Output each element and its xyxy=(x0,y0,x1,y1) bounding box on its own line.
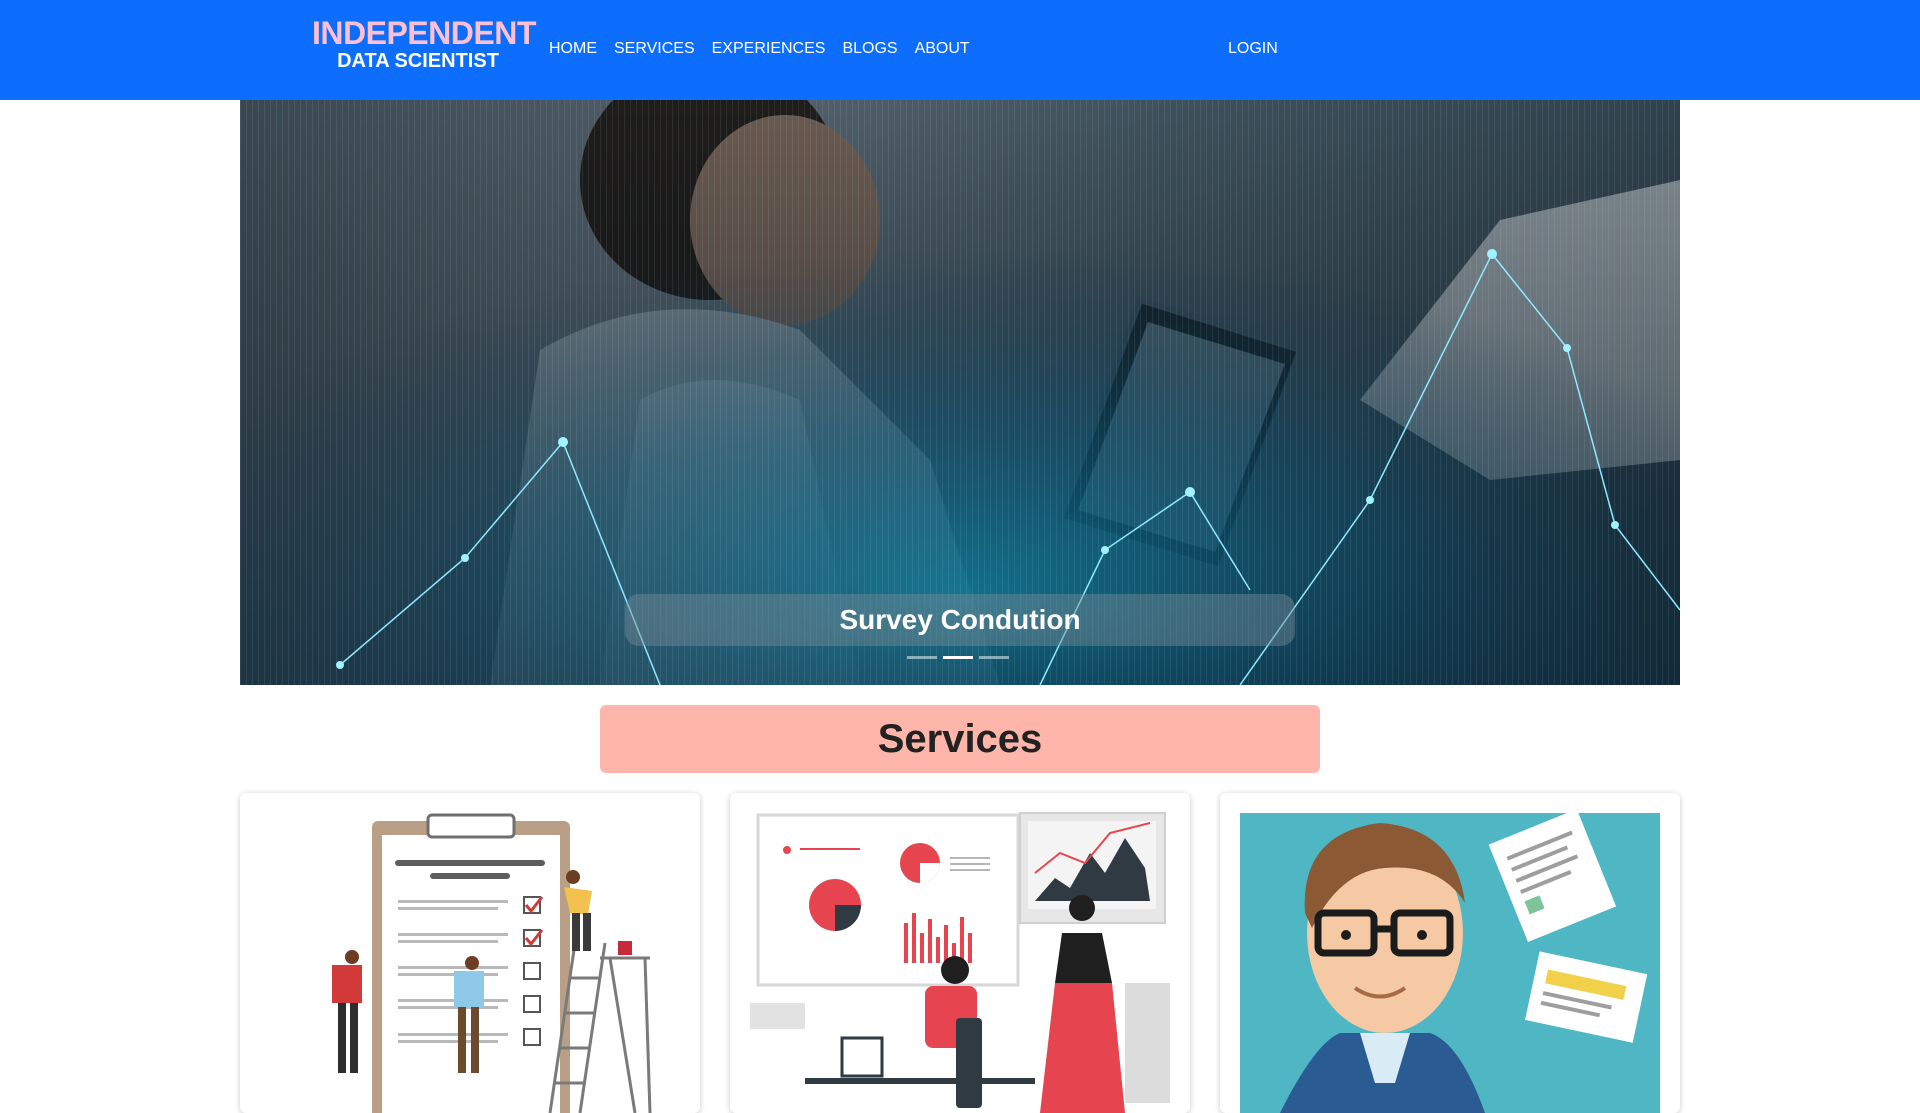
brand-subtitle: DATA SCIENTIST xyxy=(337,50,499,72)
carousel-indicator-3[interactable] xyxy=(979,656,1009,659)
services-banner: Services xyxy=(600,705,1320,773)
hero-caption: Survey Condution xyxy=(625,594,1295,646)
carousel-indicator-2[interactable] xyxy=(943,656,973,659)
navbar: INDEPENDENT DATA SCIENTIST HOME SERVICES… xyxy=(0,0,1920,100)
services-title: Services xyxy=(877,717,1043,761)
service-card-analysis[interactable] xyxy=(730,793,1190,1113)
carousel-indicators xyxy=(907,656,1009,659)
hero-carousel[interactable]: Survey Condution xyxy=(240,100,1680,685)
hero-caption-text: Survey Condution xyxy=(839,604,1081,635)
service-card-survey[interactable] xyxy=(240,793,700,1113)
nav-links: HOME SERVICES EXPERIENCES BLOGS ABOUT xyxy=(549,38,987,60)
brand-title: INDEPENDENT xyxy=(312,15,536,51)
nav-link-about[interactable]: ABOUT xyxy=(915,38,970,60)
data-scientist-avatar-illustration xyxy=(1240,809,1660,1113)
nav-link-home[interactable]: HOME xyxy=(549,38,597,60)
carousel-indicator-1[interactable] xyxy=(907,656,937,659)
nav-link-experiences[interactable]: EXPERIENCES xyxy=(712,38,826,60)
brand-logo-link[interactable]: INDEPENDENT DATA SCIENTIST xyxy=(312,15,536,72)
data-analysis-dashboard-illustration xyxy=(750,812,1170,1113)
survey-checklist-illustration xyxy=(332,813,652,1113)
service-card-consulting[interactable] xyxy=(1220,793,1680,1113)
nav-link-blogs[interactable]: BLOGS xyxy=(842,38,897,60)
login-link[interactable]: LOGIN xyxy=(1228,38,1278,60)
nav-link-services[interactable]: SERVICES xyxy=(614,38,695,60)
